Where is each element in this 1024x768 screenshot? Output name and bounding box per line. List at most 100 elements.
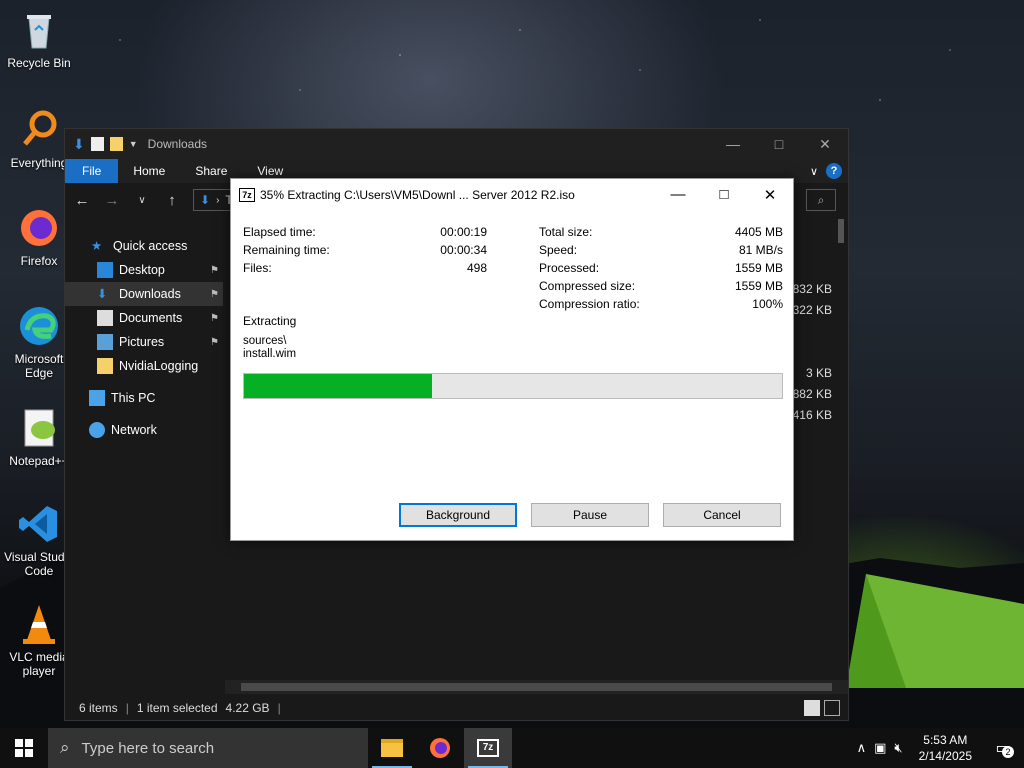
up-arrow-icon[interactable]: ↑ [163, 192, 181, 209]
start-button[interactable] [0, 728, 48, 768]
search-icon: ⌕ [817, 192, 825, 207]
large-icons-view-icon[interactable] [824, 700, 840, 716]
folder-icon[interactable] [109, 137, 123, 151]
7zip-logo-icon: 7z [239, 187, 255, 202]
scrollbar-thumb[interactable] [241, 683, 832, 691]
sidebar-item-label: NvidiaLogging [119, 359, 199, 373]
taskbar-file-explorer[interactable] [368, 728, 416, 768]
sidebar-item-network[interactable]: Network [65, 418, 223, 442]
expand-ribbon-icon[interactable]: ∨ [810, 165, 818, 178]
stat-value: 00:00:34 [440, 243, 487, 257]
pictures-icon [97, 334, 113, 350]
navigation-pane: ★ Quick access Desktop ⚑ ⬇ Downloads ⚑ D… [65, 229, 223, 681]
notification-center-button[interactable]: ▭ 2 [988, 733, 1018, 763]
taskbar-search-input[interactable]: ⌕ Type here to search [48, 728, 368, 768]
stat-speed: Speed: 81 MB/s [539, 241, 783, 259]
dialog-button-row: Background Pause Cancel [399, 503, 781, 527]
sidebar-item-label: Network [111, 423, 157, 437]
selection-size: 4.22 GB [225, 701, 270, 715]
stat-value: 1559 MB [734, 261, 783, 275]
sidebar-item-nvidialogging[interactable]: NvidiaLogging [65, 354, 223, 378]
desktop-icon-recycle-bin[interactable]: Recycle Bin [4, 8, 74, 70]
close-button[interactable]: ✕ [802, 129, 848, 159]
computer-icon [89, 390, 105, 406]
stat-compressed-size: Compressed size: 1559 MB [539, 277, 783, 295]
firefox-icon [430, 738, 450, 758]
search-input[interactable]: ⌕ [806, 189, 836, 211]
sidebar-item-this-pc[interactable]: This PC [65, 386, 223, 410]
tab-file[interactable]: File [65, 159, 119, 183]
sidebar-item-downloads[interactable]: ⬇ Downloads ⚑ [65, 282, 223, 306]
selection-count: 1 item selected [136, 701, 218, 715]
everything-search-icon [17, 108, 61, 152]
clock-date: 2/14/2025 [918, 749, 972, 763]
recent-chevron-icon[interactable]: ∨ [133, 195, 151, 206]
edge-icon [17, 304, 61, 348]
progress-bar [243, 373, 783, 399]
vertical-scrollbar[interactable] [838, 219, 844, 243]
pin-icon[interactable]: ⚑ [210, 289, 219, 300]
stat-label: Speed: [539, 243, 578, 257]
maximize-button[interactable]: □ [701, 179, 747, 210]
pin-icon[interactable]: ⚑ [210, 337, 219, 348]
stat-total-size: Total size: 4405 MB [539, 223, 783, 241]
firefox-icon [17, 206, 61, 250]
stat-elapsed-time: Elapsed time: 00:00:19 [243, 223, 487, 241]
desktop-icon-label: Recycle Bin [7, 56, 71, 70]
stat-label: Remaining time: [243, 243, 330, 257]
close-button[interactable]: ✕ [747, 179, 793, 210]
pin-icon[interactable]: ⚑ [210, 265, 219, 276]
network-icon [89, 422, 105, 438]
stat-value: 00:00:19 [440, 225, 487, 239]
minimize-button[interactable]: — [655, 179, 701, 210]
stat-label: Elapsed time: [243, 225, 316, 239]
stat-label: Files: [243, 261, 272, 275]
chevron-up-icon[interactable]: ∧ [857, 740, 867, 756]
stat-label: Compression ratio: [539, 297, 640, 311]
pause-button[interactable]: Pause [531, 503, 649, 527]
chevron-down-icon[interactable]: ▼ [129, 139, 138, 149]
extract-progress-dialog[interactable]: 7z 35% Extracting C:\Users\VM5\Downl ...… [230, 178, 794, 541]
pin-icon[interactable]: ⚑ [210, 313, 219, 324]
taskbar-firefox[interactable] [416, 728, 464, 768]
file-explorer-icon [381, 739, 403, 757]
stat-label: Compressed size: [539, 279, 636, 293]
sidebar-item-desktop[interactable]: Desktop ⚑ [65, 258, 223, 282]
sidebar-item-pictures[interactable]: Pictures ⚑ [65, 330, 223, 354]
minimize-button[interactable]: — [710, 129, 756, 159]
search-placeholder: Type here to search [81, 739, 215, 757]
dialog-titlebar[interactable]: 7z 35% Extracting C:\Users\VM5\Downl ...… [231, 179, 793, 210]
system-tray: ∧ ▣ 🔇︎ 5:53 AM 2/14/2025 ▭ 2 [857, 732, 1024, 764]
taskbar-7zip[interactable]: 7z [464, 728, 512, 768]
stat-value: 498 [466, 261, 487, 275]
tab-home[interactable]: Home [118, 159, 180, 183]
properties-icon[interactable] [90, 137, 104, 151]
maximize-button[interactable]: □ [756, 129, 802, 159]
stat-value: 81 MB/s [738, 243, 783, 257]
volume-muted-icon[interactable]: 🔇︎ [894, 740, 902, 756]
clock-time: 5:53 AM [923, 733, 968, 747]
background-button[interactable]: Background [399, 503, 517, 527]
folder-icon [97, 358, 113, 374]
explorer-title: Downloads [147, 137, 208, 151]
forward-arrow-icon[interactable]: → [103, 192, 121, 209]
status-separator: | [277, 701, 281, 715]
current-file: install.wim [243, 348, 297, 360]
stat-value: 4405 MB [734, 225, 783, 239]
search-icon: ⌕ [60, 738, 70, 757]
cancel-button[interactable]: Cancel [663, 503, 781, 527]
explorer-titlebar[interactable]: ⬇ ▼ Downloads — □ ✕ [65, 129, 848, 159]
status-bar: 6 items | 1 item selected 4.22 GB | [65, 696, 848, 720]
sidebar-item-documents[interactable]: Documents ⚑ [65, 306, 223, 330]
clock[interactable]: 5:53 AM 2/14/2025 [911, 732, 980, 764]
time-stats: Elapsed time: 00:00:19 Remaining time: 0… [243, 223, 487, 277]
help-icon[interactable]: ? [826, 163, 842, 179]
details-view-icon[interactable] [804, 700, 820, 716]
wallpaper-tent [846, 574, 1024, 688]
horizontal-scrollbar[interactable] [225, 680, 848, 694]
back-arrow-icon[interactable]: ← [73, 192, 91, 209]
download-arrow-icon: ⬇ [200, 193, 211, 207]
sidebar-item-quick-access[interactable]: ★ Quick access [65, 234, 223, 258]
size-stats: Total size: 4405 MB Speed: 81 MB/s Proce… [539, 223, 783, 313]
network-icon[interactable]: ▣ [874, 740, 886, 756]
